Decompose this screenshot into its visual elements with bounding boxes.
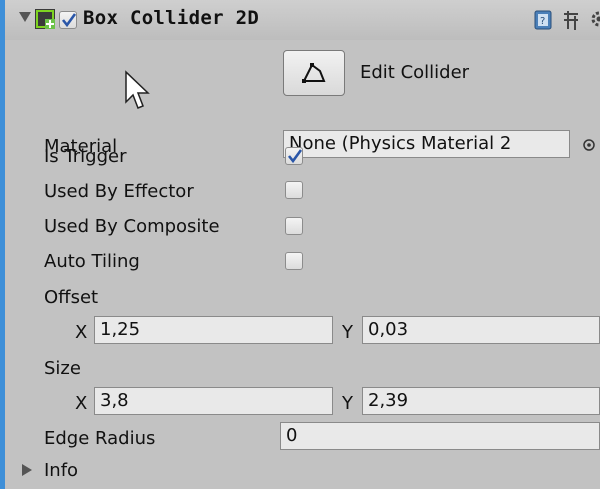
size-label: Size [44,358,81,379]
inspector-selection-bar [0,0,5,489]
auto-tiling-checkbox[interactable] [285,252,303,270]
size-y-field[interactable]: 2,39 [362,387,600,415]
size-x-label[interactable]: X [75,393,87,414]
info-foldout-icon[interactable] [22,464,32,476]
is-trigger-checkbox[interactable] [285,147,303,165]
info-foldout-label[interactable]: Info [44,460,78,481]
component-title: Box Collider 2D [83,7,260,29]
checkmark-icon [287,149,303,164]
offset-x-field[interactable]: 1,25 [94,316,333,344]
component-header[interactable]: Box Collider 2D ? [5,0,600,40]
used-by-effector-label: Used By Effector [44,181,194,202]
preset-icon[interactable] [562,10,580,30]
offset-y-label[interactable]: Y [342,322,353,343]
mouse-cursor-icon [125,70,150,109]
component-enabled-checkbox[interactable] [59,11,77,29]
offset-x-label[interactable]: X [75,322,87,343]
size-y-label[interactable]: Y [342,393,353,414]
object-picker-icon[interactable] [582,138,596,152]
edge-radius-field[interactable]: 0 [280,422,600,450]
auto-tiling-label: Auto Tiling [44,251,140,272]
offset-y-field[interactable]: 0,03 [362,316,600,344]
gear-icon[interactable] [589,9,600,29]
used-by-effector-checkbox[interactable] [285,181,303,199]
edit-collider-label: Edit Collider [360,62,470,83]
offset-label: Offset [44,287,99,308]
used-by-composite-checkbox[interactable] [285,217,303,235]
polygon-edit-icon [302,63,326,83]
is-trigger-label: Is Trigger [44,146,127,167]
svg-text:?: ? [540,16,545,27]
book-icon[interactable]: ? [534,10,552,30]
edge-radius-label: Edge Radius [44,428,156,449]
checkmark-icon [61,13,77,28]
edit-collider-button[interactable] [283,50,345,96]
used-by-composite-label: Used By Composite [44,216,220,237]
size-x-field[interactable]: 3,8 [94,387,333,415]
foldout-open-icon[interactable] [19,12,31,22]
component-add-icon [35,9,55,29]
material-object-field[interactable]: None (Physics Material 2 [283,130,570,158]
